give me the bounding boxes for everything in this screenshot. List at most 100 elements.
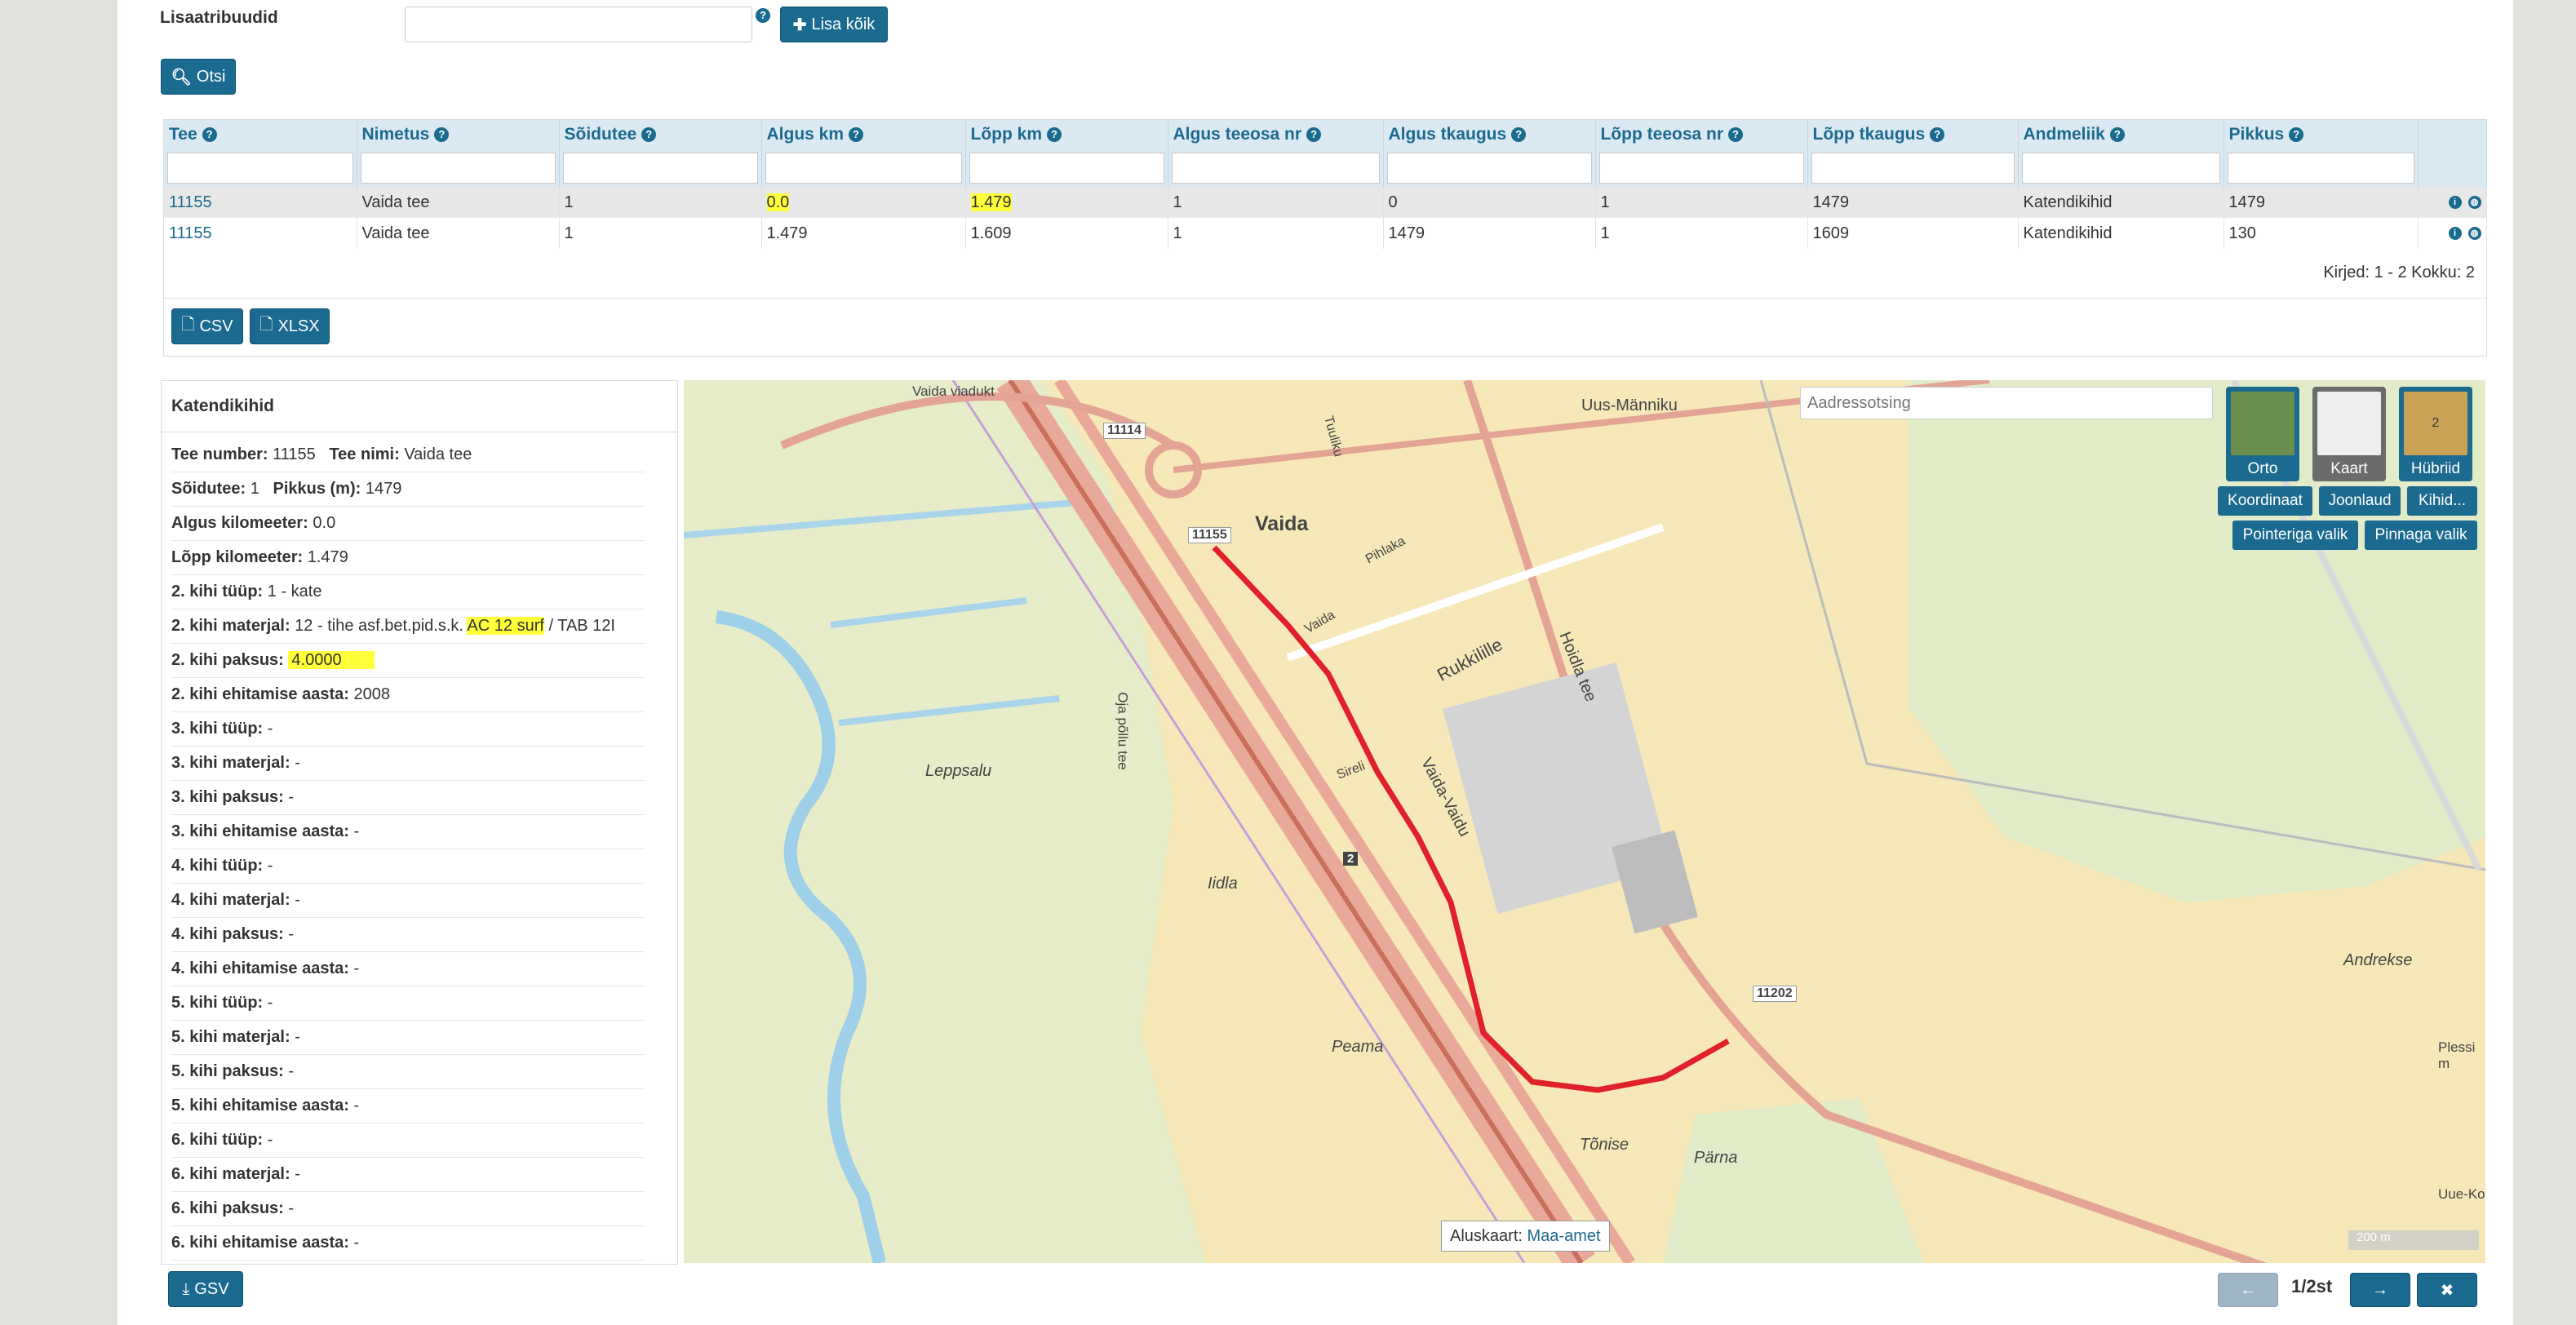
col-header-algus-tkaugus[interactable]: Algus tkaugus? xyxy=(1383,120,1596,149)
file-icon: 🗋 xyxy=(181,316,195,334)
table-row[interactable]: 11155 Vaida tee 1 0.0 1.479 1 0 1 1479 K… xyxy=(164,187,2487,218)
detail-list: Tee number: 11155 Tee nimi: Vaida tee Sõ… xyxy=(171,438,645,1261)
col-header-pikkus[interactable]: Pikkus? xyxy=(2224,120,2419,149)
col-header-lopp-km[interactable]: Lõpp km? xyxy=(965,120,1168,149)
place-label: Vaida viadukt xyxy=(912,383,995,399)
area-select-button[interactable]: Pinnaga valik xyxy=(2365,521,2477,550)
filter-soidutee[interactable] xyxy=(562,153,758,184)
search-label: Otsi xyxy=(196,67,226,86)
cell: 1479 xyxy=(2224,187,2419,218)
map-view[interactable]: Uus-Männiku Vaida Leppsalu Iidla Peama T… xyxy=(684,380,2485,1263)
download-icon: ⤓ xyxy=(182,1279,190,1298)
filter-pikkus[interactable] xyxy=(2227,153,2414,184)
place-label: Pärna xyxy=(1694,1149,1738,1167)
filter-lopp-km[interactable] xyxy=(969,153,1164,184)
close-icon: ✖ xyxy=(2440,1281,2454,1300)
extra-attributes-input[interactable] xyxy=(405,7,752,42)
coordinate-button[interactable]: Koordinaat xyxy=(2218,486,2312,516)
cell: 1 xyxy=(1168,218,1384,249)
detail-panel: Katendikihid Tee number: 11155 Tee nimi:… xyxy=(161,380,834,1265)
xlsx-export-button[interactable]: 🗋 XLSX xyxy=(250,308,330,344)
filter-algus-tkaugus[interactable] xyxy=(1386,153,1592,184)
help-icon[interactable]: ? xyxy=(1511,127,1527,143)
pager-info: Kirjed: 1 - 2 Kokku: 2 xyxy=(2323,264,2475,281)
list-item: 4. kihi ehitamise aasta: - xyxy=(171,952,645,986)
globe-icon[interactable]: ◍ xyxy=(2467,227,2481,240)
page-indicator: 1/2st xyxy=(2291,1276,2333,1296)
col-header-andmeliik[interactable]: Andmeliik? xyxy=(2018,120,2224,149)
col-header-algus-teeosa[interactable]: Algus teeosa nr? xyxy=(1168,120,1384,149)
filter-tee[interactable] xyxy=(167,153,353,184)
gsv-button[interactable]: ⤓ GSV xyxy=(168,1271,243,1307)
list-item: 4. kihi paksus: - xyxy=(171,918,645,952)
extra-attributes-label: Lisaatribuudid xyxy=(160,8,278,27)
info-icon[interactable]: i xyxy=(2448,196,2462,209)
results-table: Tee? Nimetus? Sõidutee? Algus km? Lõpp k… xyxy=(163,119,2487,357)
next-page-button[interactable]: → xyxy=(2350,1273,2410,1307)
help-icon[interactable]: ? xyxy=(434,127,450,143)
search-button[interactable]: 🔍︎ Otsi xyxy=(161,59,236,95)
help-icon[interactable]: ? xyxy=(1930,127,1945,143)
panel-title: Katendikihid xyxy=(162,381,677,432)
col-header-tee[interactable]: Tee? xyxy=(164,120,357,149)
col-header-nimetus[interactable]: Nimetus? xyxy=(357,120,560,149)
list-item: 3. kihi tüüp: - xyxy=(171,712,645,747)
basemap-link[interactable]: Maa-amet xyxy=(1527,1227,1601,1245)
list-item: 5. kihi materjal: - xyxy=(171,1021,645,1055)
filter-algus-teeosa[interactable] xyxy=(1171,153,1380,184)
info-icon[interactable]: i xyxy=(2448,227,2462,240)
list-item: 2. kihi tüüp: 1 - kate xyxy=(171,575,645,609)
cell: 1479 xyxy=(1807,187,2019,218)
layers-menu-button[interactable]: Kihid... xyxy=(2407,486,2477,516)
help-icon[interactable]: ? xyxy=(2109,127,2125,143)
address-search-input[interactable] xyxy=(1800,387,2213,419)
place-label: Iidla xyxy=(1208,875,1238,893)
col-header-algus-km[interactable]: Algus km? xyxy=(761,120,966,149)
plus-icon: ✚ xyxy=(792,16,807,34)
place-label: Peama xyxy=(1332,1038,1384,1056)
filter-lopp-tkaugus[interactable] xyxy=(1811,153,2015,184)
ruler-button[interactable]: Joonlaud xyxy=(2319,486,2401,516)
add-all-button[interactable]: ✚ Lisa kõik xyxy=(780,7,888,42)
table-row[interactable]: 11155 Vaida tee 1 1.479 1.609 1 1479 1 1… xyxy=(164,218,2487,249)
help-icon[interactable]: ? xyxy=(2289,127,2304,143)
filter-algus-km[interactable] xyxy=(765,153,962,184)
road-number: 2 xyxy=(1343,852,1359,866)
globe-icon[interactable]: ◍ xyxy=(2467,196,2481,209)
cell: 1 xyxy=(1168,187,1384,218)
help-icon[interactable]: ? xyxy=(202,127,217,143)
list-item: 6. kihi ehitamise aasta: - xyxy=(171,1226,645,1261)
pointer-select-button[interactable]: Pointeriga valik xyxy=(2232,521,2358,550)
help-icon[interactable]: ? xyxy=(1728,127,1744,143)
help-icon[interactable]: ? xyxy=(641,127,657,143)
cell: Vaida tee xyxy=(357,187,560,218)
road-number: 11202 xyxy=(1753,986,1797,1002)
filter-lopp-teeosa[interactable] xyxy=(1598,153,1804,184)
col-header-lopp-teeosa[interactable]: Lõpp teeosa nr? xyxy=(1595,120,1808,149)
layer-hybrid-button[interactable]: 2 Hübriid xyxy=(2399,387,2472,481)
road-link[interactable]: 11155 xyxy=(169,224,212,242)
col-header-soidutee[interactable]: Sõidutee? xyxy=(559,120,762,149)
layer-orto-button[interactable]: Orto xyxy=(2226,387,2299,481)
cell: 1 xyxy=(559,187,762,218)
filter-andmeliik[interactable] xyxy=(2021,153,2220,184)
help-icon[interactable]: ? xyxy=(849,127,864,143)
cell: 1.479 xyxy=(965,187,1168,218)
help-icon[interactable]: ? xyxy=(756,8,770,23)
list-item: 4. kihi tüüp: - xyxy=(171,849,645,884)
basemap-label: Aluskaart: xyxy=(1450,1227,1523,1245)
cell: 1.479 xyxy=(761,218,966,249)
road-link[interactable]: 11155 xyxy=(169,193,212,211)
list-item: Lõpp kilomeeter: 1.479 xyxy=(171,541,645,575)
close-button[interactable]: ✖ xyxy=(2417,1273,2477,1307)
csv-export-button[interactable]: 🗋 CSV xyxy=(171,308,243,344)
list-item: 4. kihi materjal: - xyxy=(171,884,645,918)
prev-page-button[interactable]: ← xyxy=(2218,1273,2278,1307)
help-icon[interactable]: ? xyxy=(1306,127,1322,143)
map-canvas xyxy=(684,380,2485,1263)
col-header-lopp-tkaugus[interactable]: Lõpp tkaugus? xyxy=(1807,120,2019,149)
filter-nimetus[interactable] xyxy=(360,153,556,184)
help-icon[interactable]: ? xyxy=(1047,127,1062,143)
layer-kaart-button[interactable]: Kaart xyxy=(2312,387,2386,481)
kaart-thumbnail xyxy=(2317,392,2381,455)
